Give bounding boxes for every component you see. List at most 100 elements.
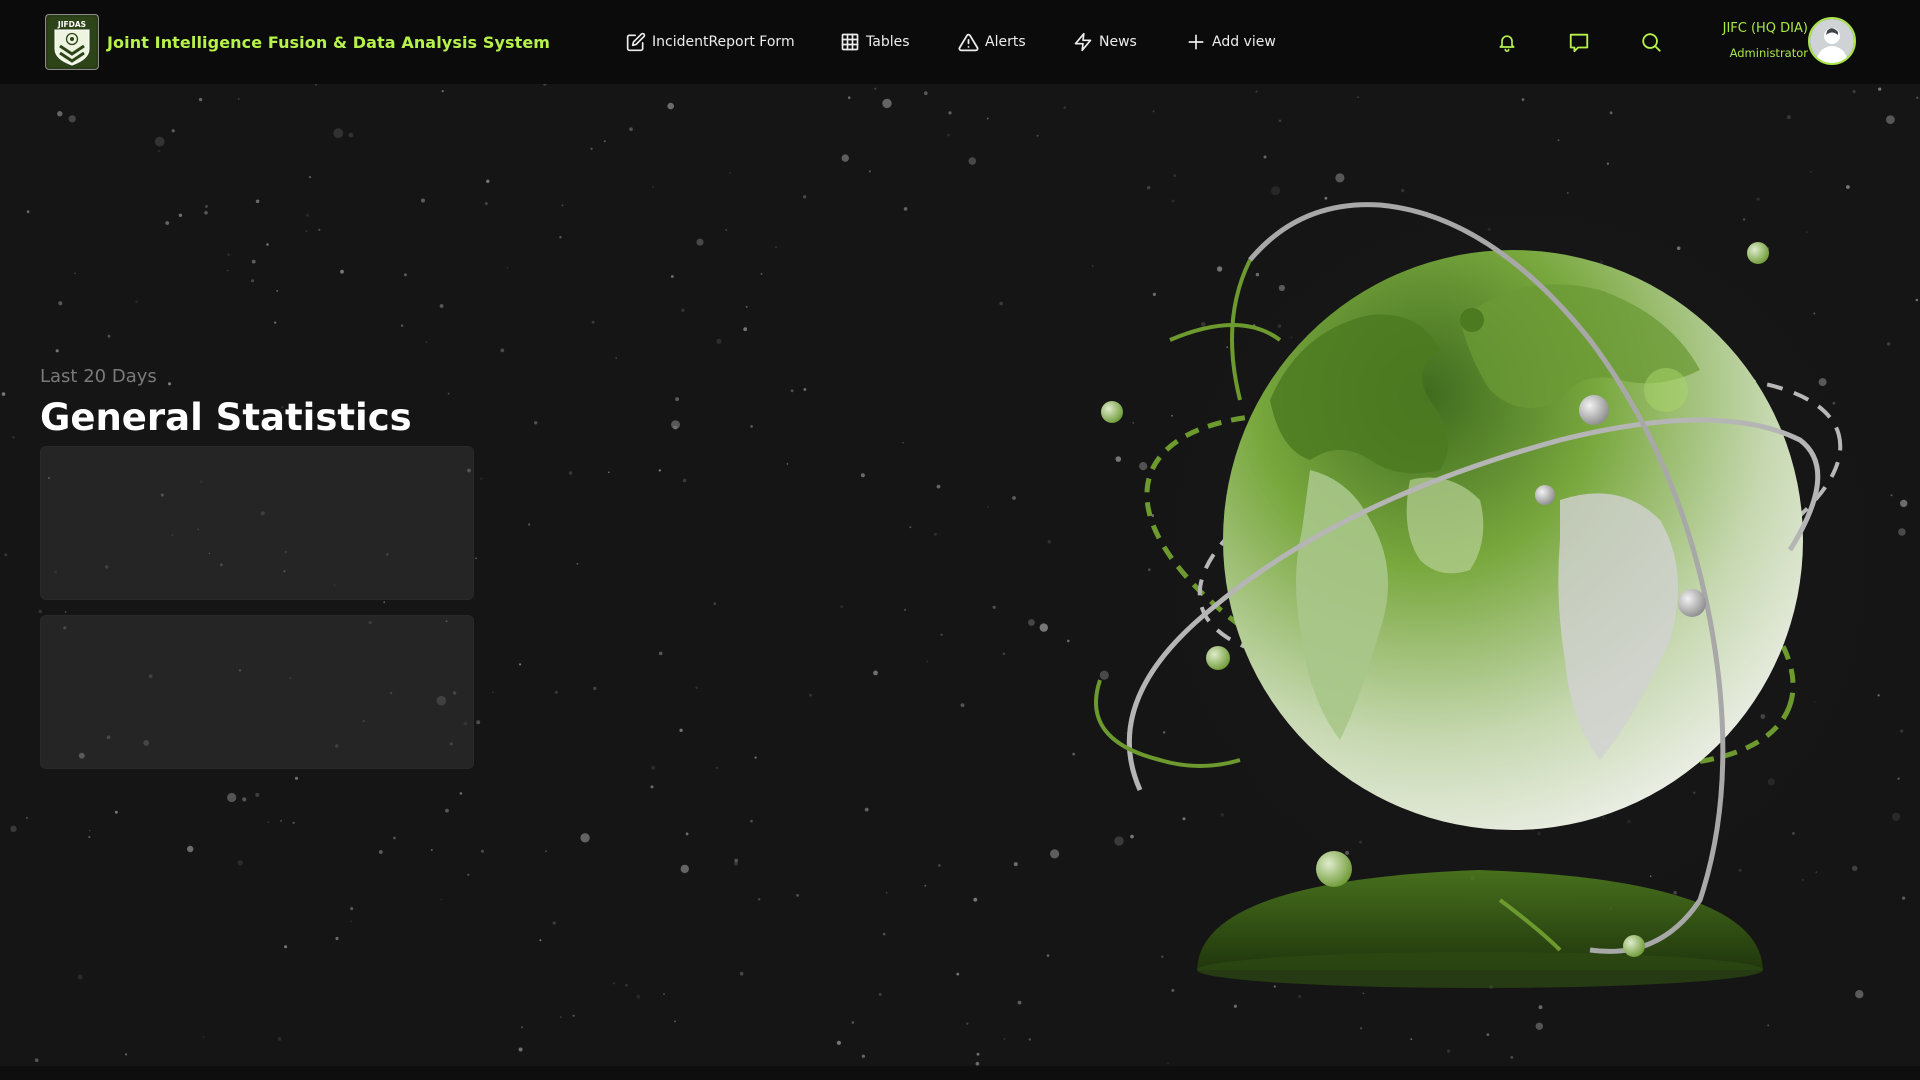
star [486,179,490,183]
star [734,858,738,863]
star [882,932,886,936]
star [527,523,531,526]
star [809,693,812,697]
star [796,894,799,897]
star [135,300,139,304]
star [924,91,928,95]
star [603,140,606,143]
star [608,471,610,474]
star [277,1037,282,1041]
star [439,304,444,308]
star [306,213,310,217]
star [459,792,463,795]
nav-alerts[interactable]: Alerts [958,26,1026,58]
messages-button[interactable] [1565,28,1593,56]
star [840,605,844,609]
star [803,388,807,391]
star [335,936,339,941]
star [670,275,674,278]
nav-tables[interactable]: Tables [840,26,910,58]
star [658,651,663,656]
star [1028,1038,1032,1041]
star [960,703,965,708]
notifications-button[interactable] [1493,28,1521,56]
star [1535,1022,1544,1030]
star [947,133,950,137]
stat-card [40,615,474,769]
globe-illustration [1094,160,1920,988]
star [1278,119,1282,123]
star [1767,1024,1770,1027]
star [636,994,641,999]
star [12,436,15,439]
star [500,348,505,353]
star [625,983,628,987]
star [318,228,321,231]
star [1410,1038,1413,1040]
nav-label: Alerts [985,34,1026,50]
star [936,484,941,489]
star [933,532,937,536]
bottom-band [0,1066,1920,1080]
star [64,611,67,613]
star [591,320,595,324]
page-title: General Statistics [40,396,412,439]
star [612,982,616,985]
star [171,129,175,133]
star [864,807,869,812]
star [77,974,83,980]
star [836,1040,842,1045]
nav-add-view[interactable]: Add view [1186,26,1276,58]
star [667,102,674,110]
edit-icon [626,32,646,52]
star [750,819,753,823]
star [202,1036,205,1039]
star [576,563,579,565]
star [948,111,952,115]
star [227,253,231,257]
star [68,115,76,123]
star [679,728,683,732]
brand-home-link[interactable]: JIFDAS Joint Intelligence Fusion & Data … [45,14,550,70]
star [251,259,256,264]
nav-label: Tables [866,34,910,50]
star [1359,1027,1363,1030]
star [543,84,547,86]
star [938,864,941,867]
search-button[interactable] [1637,28,1665,56]
table-icon [841,33,859,51]
star [956,972,960,976]
star [725,228,728,232]
star [10,825,17,832]
star [1002,652,1006,655]
star [266,243,269,246]
user-menu[interactable]: JIFC (HQ DIA) Administrator [1700,16,1862,68]
star [1063,106,1066,109]
star [251,279,254,283]
star [445,808,449,813]
star [926,660,929,663]
star [572,1014,575,1017]
star [754,756,757,759]
star [999,301,1003,306]
star [242,797,247,802]
star [874,87,877,90]
star [580,833,590,843]
star [167,382,172,386]
message-icon [1569,33,1589,53]
star [1510,1056,1514,1059]
star [238,98,240,100]
star [968,157,977,165]
star [682,478,687,483]
stat-card [40,446,474,600]
star [847,96,851,99]
nav-incident-report-form[interactable]: IncidentReport Form [626,26,795,58]
nav-news[interactable]: News [1073,26,1137,58]
star [1916,96,1919,99]
star [292,821,295,824]
star [484,202,488,206]
star [568,471,573,475]
star [685,832,689,836]
star [88,835,91,839]
star [227,792,237,803]
